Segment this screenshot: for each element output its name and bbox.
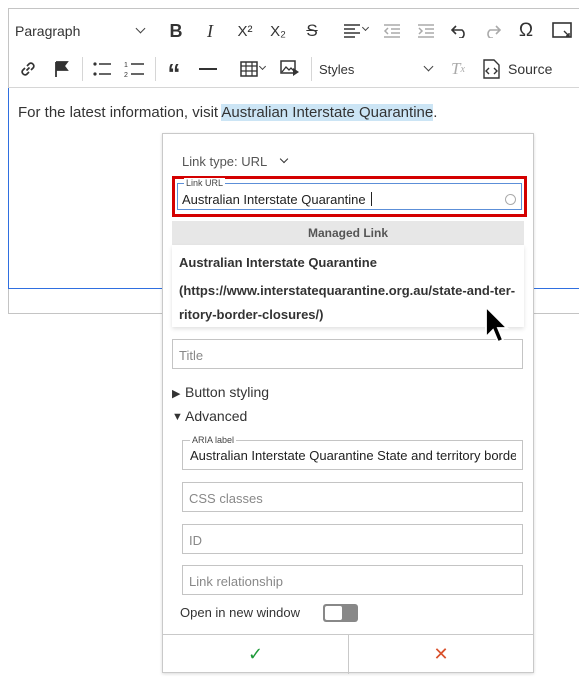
maximize-icon [552, 22, 572, 38]
aria-label-label: ARIA label [190, 435, 237, 445]
subscript-label: X₂ [270, 22, 286, 40]
link-type-label: Link type: URL [182, 154, 268, 169]
source-icon [483, 59, 500, 79]
selected-link-text[interactable]: Australian Interstate Quarantine [221, 104, 434, 121]
chevron-down-icon [258, 62, 267, 71]
title-input[interactable]: Title [172, 339, 523, 369]
horizontal-line-icon [199, 68, 217, 70]
indent-button[interactable] [413, 15, 439, 47]
paragraph-label: Paragraph [15, 23, 81, 39]
maximize-button[interactable] [549, 15, 575, 47]
bulleted-list-button[interactable] [89, 55, 115, 83]
toolbar-separator [82, 57, 83, 81]
media-icon [280, 60, 299, 76]
bold-button[interactable]: B [163, 15, 189, 47]
undo-icon [451, 25, 465, 38]
bulleted-list-icon [93, 62, 111, 76]
link-relationship-input[interactable]: Link relationship [182, 565, 523, 595]
chevron-down-icon [361, 23, 370, 32]
link-type-dropdown[interactable]: Link type: URL [182, 154, 267, 169]
cancel-button[interactable]: ✕ [349, 635, 533, 674]
suggestion-url-line-2: ritory-border-closures/) [179, 307, 324, 322]
chevron-down-icon [279, 154, 289, 164]
link-url-label: Link URL [184, 178, 226, 188]
styles-label: Styles [319, 61, 355, 77]
outdent-button[interactable] [379, 15, 405, 47]
caret-down-icon: ▼ [172, 411, 183, 423]
suggestion-url: (https://www.interstatequarantine.org.au… [179, 279, 524, 327]
anchor-button[interactable] [49, 55, 75, 83]
aria-label-field[interactable]: ARIA label Australian Interstate Quarant… [182, 435, 523, 470]
mouse-cursor-icon [485, 305, 510, 344]
link-icon [21, 62, 35, 76]
balloon-footer: ✓ ✕ [163, 634, 533, 674]
source-button[interactable]: Source [481, 55, 571, 83]
alignment-dropdown[interactable] [333, 15, 371, 47]
id-input[interactable]: ID [182, 524, 523, 554]
remove-format-button[interactable]: Tx [445, 55, 471, 83]
superscript-button[interactable]: X² [231, 15, 259, 47]
editor-toolbar: Paragraph B I X² X₂ S Ω 12 “ Styles T x … [8, 8, 579, 88]
open-new-window-toggle[interactable] [323, 604, 358, 622]
caret-right-icon: ▶ [172, 388, 181, 400]
css-classes-placeholder: CSS classes [189, 491, 263, 506]
toggle-knob [325, 606, 342, 620]
italic-button[interactable]: I [197, 15, 223, 47]
close-icon: ✕ [433, 644, 449, 664]
styles-dropdown[interactable]: Styles [319, 55, 437, 83]
redo-icon [487, 25, 501, 38]
strikethrough-button[interactable]: S [299, 15, 325, 47]
advanced-toggle[interactable]: Advanced [185, 408, 247, 424]
link-url-value: Australian Interstate Quarantine [182, 192, 366, 207]
loading-spinner-icon [505, 194, 516, 205]
suggestion-title: Australian Interstate Quarantine [179, 255, 377, 270]
numbered-list-button[interactable]: 12 [121, 55, 147, 83]
managed-link-header: Managed Link [172, 221, 524, 245]
chevron-down-icon [423, 61, 434, 72]
save-button[interactable]: ✓ [163, 635, 348, 674]
table-dropdown[interactable] [229, 55, 269, 83]
table-icon [240, 61, 258, 77]
blockquote-button[interactable]: “ [161, 55, 187, 88]
link-balloon-panel: Link type: URL Link URL Australian Inter… [162, 133, 534, 674]
link-button[interactable] [15, 55, 41, 83]
horizontal-line-button[interactable] [195, 55, 221, 83]
link-relationship-placeholder: Link relationship [189, 574, 283, 589]
special-characters-button[interactable]: Ω [513, 15, 539, 47]
flag-icon [55, 61, 69, 77]
managed-link-label: Managed Link [307, 226, 388, 240]
align-left-icon [344, 24, 360, 38]
redo-button[interactable] [479, 15, 505, 47]
svg-text:1: 1 [124, 62, 128, 69]
toolbar-separator [155, 57, 156, 81]
paragraph-dropdown[interactable]: Paragraph [15, 15, 149, 47]
aria-label-value: Australian Interstate Quarantine State a… [190, 448, 516, 463]
paragraph-text: For the latest information, visit [18, 104, 222, 121]
source-label: Source [508, 61, 553, 77]
editor-paragraph[interactable]: For the latest information, visit Austra… [18, 104, 437, 121]
link-url-input-frame: Link URL Australian Interstate Quarantin… [177, 178, 522, 210]
svg-text:2: 2 [124, 72, 128, 78]
text-caret [370, 192, 372, 206]
superscript-label: X² [237, 22, 253, 40]
numbered-list-icon: 12 [124, 62, 144, 78]
button-styling-toggle[interactable]: Button styling [185, 384, 269, 400]
link-suggestion-item[interactable]: Australian Interstate Quarantine (https:… [172, 245, 524, 327]
link-url-field[interactable]: Link URL Australian Interstate Quarantin… [172, 176, 527, 217]
id-placeholder: ID [189, 533, 202, 548]
link-url-input[interactable]: Australian Interstate Quarantine [182, 192, 372, 207]
checkmark-icon: ✓ [247, 644, 264, 664]
outdent-icon [383, 24, 400, 38]
paragraph-end: . [433, 104, 438, 121]
chevron-down-icon [135, 23, 146, 34]
insert-media-button[interactable] [277, 55, 303, 83]
css-classes-input[interactable]: CSS classes [182, 482, 523, 512]
suggestion-url-line-1: (https://www.interstatequarantine.org.au… [179, 283, 516, 298]
indent-icon [418, 24, 434, 38]
toolbar-separator [311, 57, 312, 81]
open-new-window-label: Open in new window [180, 605, 300, 620]
undo-button[interactable] [447, 15, 473, 47]
title-placeholder: Title [179, 348, 204, 363]
subscript-button[interactable]: X₂ [264, 15, 292, 47]
